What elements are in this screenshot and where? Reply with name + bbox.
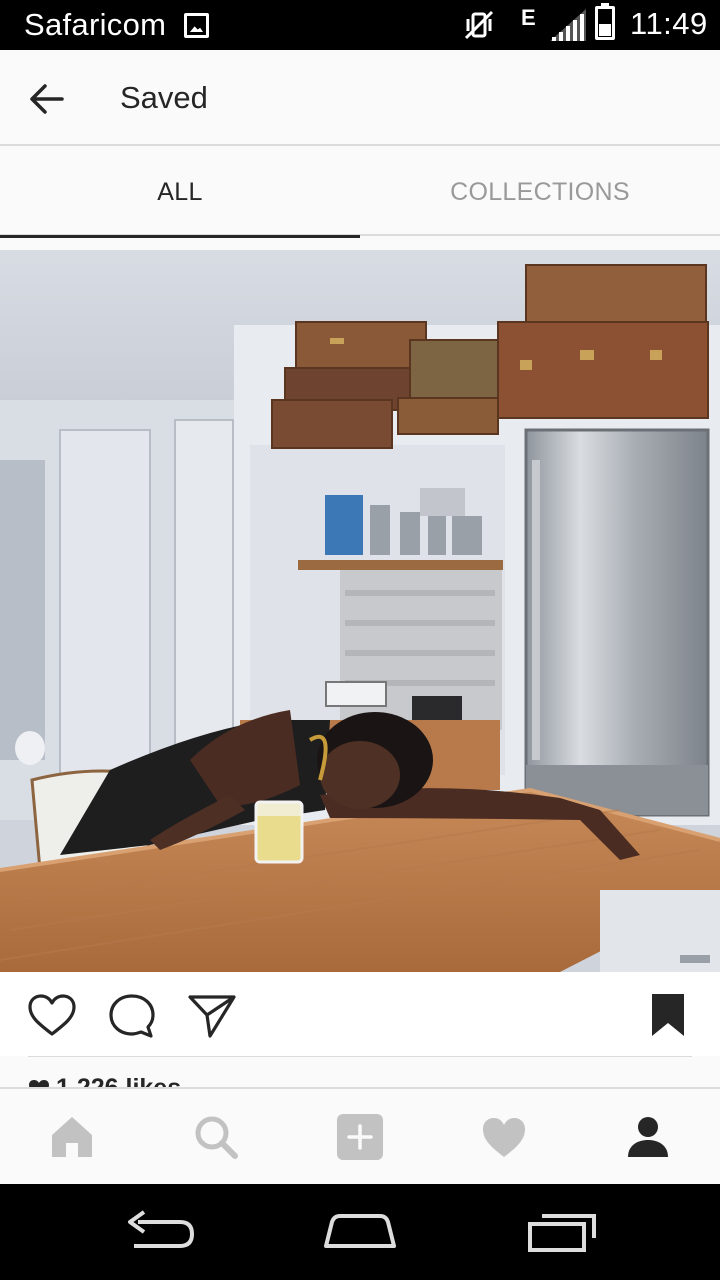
battery-icon <box>595 3 615 40</box>
bookmark-icon[interactable] <box>645 992 691 1040</box>
clock: 11:49 <box>630 6 708 41</box>
back-icon[interactable] <box>122 1208 198 1258</box>
bottom-nav <box>0 1087 720 1184</box>
search-icon[interactable] <box>192 1113 240 1161</box>
image-icon <box>184 13 209 38</box>
heart-icon[interactable] <box>27 992 77 1040</box>
add-icon[interactable] <box>336 1113 384 1161</box>
comment-icon[interactable] <box>107 992 157 1040</box>
tab-bar: ALL COLLECTIONS <box>0 148 720 238</box>
vibrate-off-icon <box>464 10 494 40</box>
home-icon[interactable] <box>48 1113 96 1161</box>
system-nav <box>0 1184 720 1280</box>
page-title: Saved <box>120 80 208 115</box>
profile-icon[interactable] <box>624 1113 672 1161</box>
header: Saved <box>0 50 720 146</box>
tab-collections[interactable]: COLLECTIONS <box>360 148 720 236</box>
signal-icon <box>550 9 586 41</box>
post-actions <box>0 972 720 1056</box>
carrier-name: Safaricom <box>24 7 167 42</box>
share-icon[interactable] <box>187 992 237 1040</box>
network-type: E <box>521 5 536 30</box>
arrow-left-icon[interactable] <box>26 78 68 120</box>
post-image[interactable] <box>0 250 720 972</box>
home-icon[interactable] <box>320 1208 400 1258</box>
recent-apps-icon[interactable] <box>524 1208 600 1258</box>
tab-all[interactable]: ALL <box>0 148 360 238</box>
status-bar: Safaricom E 11:49 <box>0 0 720 50</box>
divider <box>28 1056 692 1057</box>
heart-icon[interactable] <box>480 1113 528 1161</box>
